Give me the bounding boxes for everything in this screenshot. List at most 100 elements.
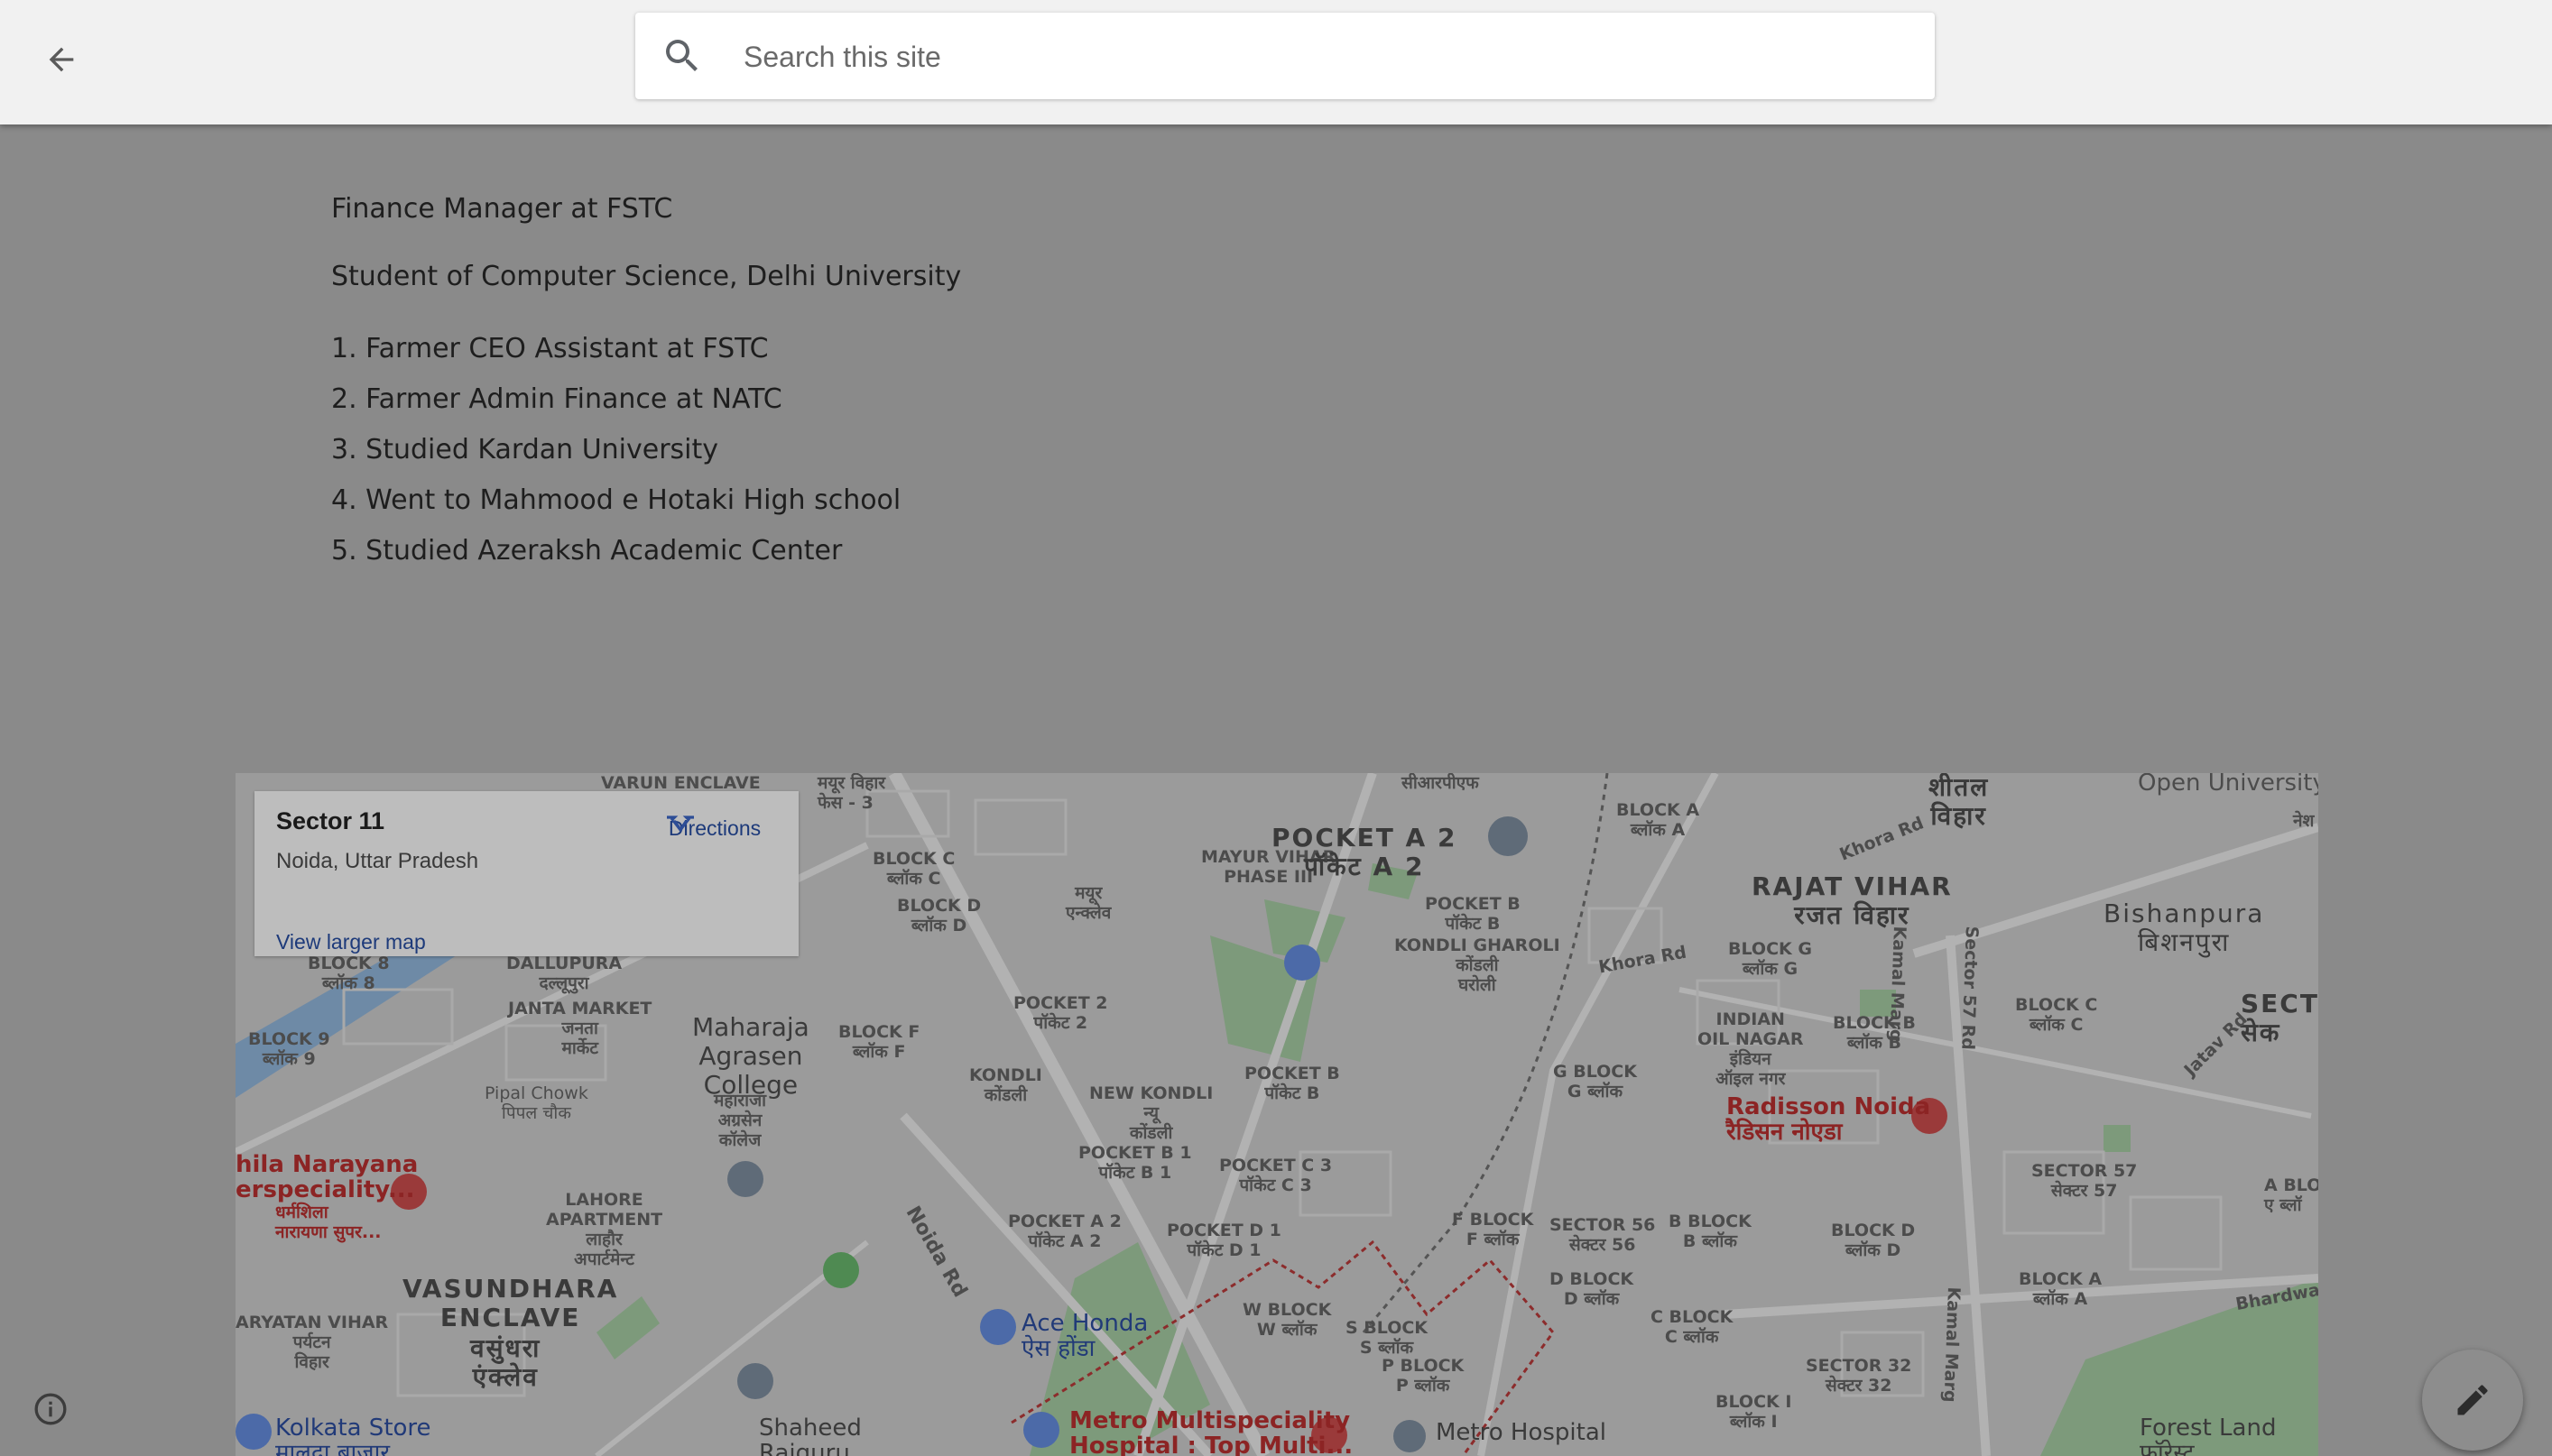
map-label: SECT सेक <box>2241 989 2318 1047</box>
directions-button[interactable]: Directions <box>661 813 769 846</box>
map-label: SECTOR 32 सेक्टर 32 <box>1806 1356 1912 1396</box>
map-label: NEW KONDLI न्यू कोंडली <box>1089 1083 1214 1143</box>
map-label: B BLOCK B ब्लॉक <box>1669 1212 1752 1251</box>
poi-label: Metro Multispeciality Hospital : Top Mul… <box>1069 1407 1354 1456</box>
map-label: POCKET B 1 पॉकेट B 1 <box>1078 1143 1192 1183</box>
map-label: BLOCK C ब्लॉक C <box>2015 995 2098 1035</box>
map-label: POCKET B पॉकेट B <box>1244 1064 1340 1103</box>
poi-label: Forest Land फ़ॉरेस्ट <box>2140 1415 2277 1456</box>
map-label: A BLO ए ब्लॉ <box>2264 1175 2318 1215</box>
map-label: F BLOCK F ब्लॉक <box>1452 1210 1534 1249</box>
map-label: P BLOCK P ब्लॉक <box>1382 1356 1465 1396</box>
map-label: D BLOCK D ब्लॉक <box>1549 1269 1634 1309</box>
list-item: 4. Went to Mahmood e Hotaki High school <box>331 484 902 516</box>
shopping-marker-icon[interactable] <box>980 1309 1016 1345</box>
map-label: BLOCK D ब्लॉक D <box>1831 1221 1916 1260</box>
map-label: Open University <box>2138 773 2318 797</box>
search-icon[interactable] <box>661 34 704 78</box>
view-larger-map-link[interactable]: View larger map <box>276 930 426 954</box>
map-label: KONDLI GHAROLI कोंडली घरोली <box>1394 935 1560 995</box>
map-label: BLOCK 8 ब्लॉक 8 <box>308 954 390 993</box>
poi-label: hila Narayana erspeciality... <box>236 1151 419 1203</box>
embedded-map[interactable]: VARUN ENCLAVE मयूर विहार फेस - 3 सीआरपीए… <box>236 773 2318 1456</box>
list-item: 1. Farmer CEO Assistant at FSTC <box>331 333 769 364</box>
search-box[interactable] <box>635 13 1935 101</box>
map-label: POCKET C 3 पॉकेट C 3 <box>1219 1156 1333 1195</box>
job-title: Finance Manager at FSTC <box>331 193 673 225</box>
map-road <box>1477 773 1719 1456</box>
list-item: 5. Studied Azeraksh Academic Center <box>331 535 843 567</box>
list-item: 3. Studied Kardan University <box>331 434 719 465</box>
map-label: SECTOR 57 सेक्टर 57 <box>2031 1161 2138 1201</box>
map-label: नेश <box>2293 811 2315 831</box>
map-info-card: Sector 11 Noida, Uttar Pradesh View larg… <box>254 791 799 956</box>
place-subtitle: Noida, Uttar Pradesh <box>276 849 479 873</box>
map-label: S BLOCK S ब्लॉक <box>1345 1318 1429 1358</box>
place-title: Sector 11 <box>276 807 385 834</box>
map-label: BLOCK 9 ब्लॉक 9 <box>248 1029 330 1069</box>
map-label: POCKET 2 पॉकेट 2 <box>1013 993 1108 1033</box>
map-label: Pipal Chowk पिपल चौक <box>485 1083 588 1123</box>
poi-label: Radisson Noida रैडिसन नोएडा <box>1726 1093 1931 1146</box>
map-label: BLOCK G ब्लॉक G <box>1728 939 1812 979</box>
map-label: RAJAT VIHAR रजत विहार <box>1752 871 1953 930</box>
map-label: SECTOR 56 सेक्टर 56 <box>1549 1215 1656 1255</box>
map-label: BLOCK A ब्लॉक A <box>1616 800 1700 840</box>
back-button[interactable] <box>36 34 87 85</box>
map-label: C BLOCK C ब्लॉक <box>1650 1307 1734 1347</box>
map-label: Maharaja Agrasen College <box>692 1012 809 1100</box>
shopping-marker-icon[interactable] <box>236 1414 272 1450</box>
map-label: VARUN ENCLAVE <box>601 773 761 793</box>
info-button[interactable] <box>32 1391 69 1427</box>
map-label: मयूर एन्क्लेव <box>1066 883 1112 923</box>
map-label: VASUNDHARA ENCLAVE <box>402 1274 619 1332</box>
poi-label: Metro Hospital <box>1436 1419 1606 1446</box>
map-label: शीतल विहार <box>1928 773 1990 831</box>
directions-icon <box>667 816 694 846</box>
edit-pencil-icon <box>2457 1385 2488 1415</box>
education-line: Student of Computer Science, Delhi Unive… <box>331 261 962 292</box>
school-marker-icon[interactable] <box>737 1363 773 1399</box>
info-icon <box>34 1393 67 1425</box>
page-content: Finance Manager at FSTC Student of Compu… <box>331 180 1685 576</box>
top-bar <box>0 0 2552 124</box>
road-label: Kamal Marg <box>1939 1286 1964 1403</box>
search-input[interactable] <box>742 13 1909 101</box>
school-marker-icon[interactable] <box>727 1161 763 1197</box>
map-label: POCKET A 2 पॉकेट A 2 <box>1271 823 1457 881</box>
map-label: DALLUPURA दल्लूपुरा <box>506 954 623 993</box>
map-label: महाराजा अग्रसेन कॉलेज <box>714 1091 767 1150</box>
map-label: POCKET D 1 पॉकेट D 1 <box>1167 1221 1281 1260</box>
map-label: BLOCK F ब्लॉक F <box>838 1022 920 1062</box>
list-item: 2. Farmer Admin Finance at NATC <box>331 383 782 415</box>
map-label: BLOCK C ब्लॉक C <box>873 849 956 889</box>
map-label: W BLOCK W ब्लॉक <box>1243 1300 1332 1340</box>
map-label: POCKET B पॉकेट B <box>1425 894 1521 934</box>
map-label: सीआरपीएफ <box>1401 773 1479 793</box>
arrow-back-icon <box>49 47 74 72</box>
poi-label: Kolkata Store मालदा बाज़ार <box>275 1415 431 1456</box>
map-label: वसुंधरा एंक्लेव <box>470 1333 541 1392</box>
map-label: POCKET A 2 पॉकेट A 2 <box>1008 1212 1122 1251</box>
map-label: INDIAN OIL NAGAR इंडियन ऑइल नगर <box>1697 1009 1804 1089</box>
map-label: ARYATAN VIHAR पर्यटन विहार <box>236 1313 389 1372</box>
map-label: Bishanpura बिशनपुरा <box>2104 898 2265 957</box>
map-label: KONDLI कोंडली <box>969 1065 1042 1105</box>
school-marker-icon[interactable] <box>1488 816 1528 856</box>
map-label: BLOCK A ब्लॉक A <box>2019 1269 2103 1309</box>
map-label: Shaheed Rajguru <box>759 1415 862 1456</box>
map-label: JANTA MARKET जनता मार्केट <box>508 999 652 1058</box>
shopping-marker-icon[interactable] <box>1023 1412 1059 1448</box>
hospital-marker-icon[interactable] <box>1393 1420 1426 1452</box>
map-label: BLOCK B ब्लॉक B <box>1833 1013 1916 1053</box>
gas-station-icon[interactable] <box>1284 945 1320 981</box>
map-park <box>2104 1125 2131 1152</box>
edit-button[interactable] <box>2422 1350 2523 1451</box>
park-marker-icon[interactable] <box>823 1252 859 1288</box>
poi-label: Ace Honda ऐस होंडा <box>1022 1310 1149 1362</box>
map-label: मयूर विहार फेस - 3 <box>818 773 886 813</box>
map-label: LAHORE APARTMENT लाहौर अपार्टमेन्ट <box>546 1190 663 1269</box>
map-label: BLOCK D ब्लॉक D <box>897 896 982 935</box>
history-list: 1. Farmer CEO Assistant at FSTC 2. Farme… <box>331 324 1685 576</box>
map-label: G BLOCK G ब्लॉक <box>1553 1062 1637 1101</box>
